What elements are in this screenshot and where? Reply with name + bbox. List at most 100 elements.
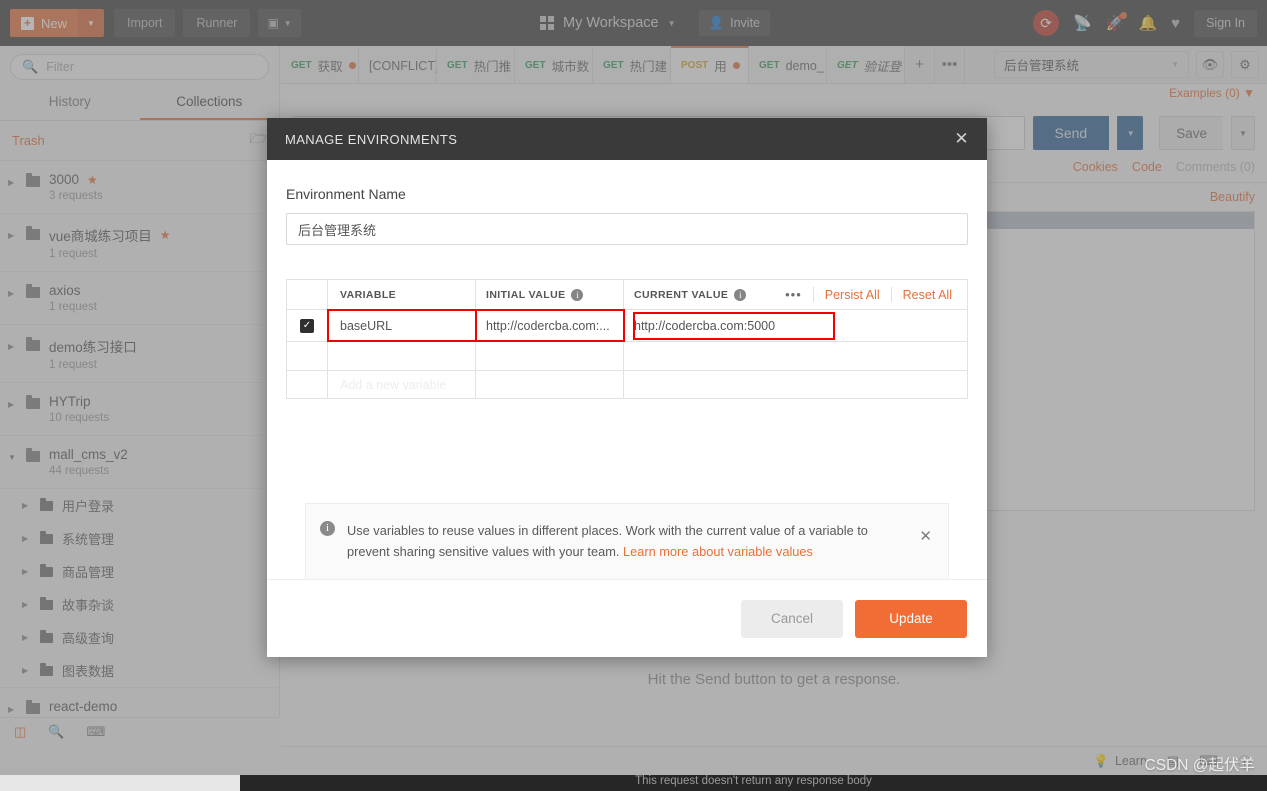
chevron-right-icon[interactable]: ▶ [22, 501, 31, 510]
variable-name-cell[interactable] [328, 342, 476, 370]
sync-icon[interactable]: ⟳ [1033, 10, 1060, 36]
variable-name-cell[interactable]: baseURL [327, 309, 477, 342]
initial-value-cell[interactable] [476, 342, 624, 370]
code-link[interactable]: Code [1132, 160, 1162, 174]
chevron-right-icon[interactable]: ▶ [8, 336, 17, 351]
list-item[interactable]: ▶ HYTrip 10 requests [0, 383, 279, 436]
cookies-link[interactable]: Cookies [1073, 160, 1118, 174]
invite-button[interactable]: 👤 Invite [698, 10, 771, 36]
chevron-right-icon[interactable]: ▶ [8, 225, 17, 240]
add-current-cell[interactable] [624, 371, 967, 398]
update-button[interactable]: Update [855, 599, 967, 638]
environment-name-input[interactable]: 后台管理系统 [286, 213, 968, 245]
examples-dropdown[interactable]: Examples (0) ▼ [1169, 86, 1255, 100]
trash-link[interactable]: Trash [12, 133, 45, 148]
satellite-icon[interactable]: 📡 [1073, 14, 1092, 32]
tabs-more-button[interactable]: ••• [935, 46, 965, 83]
add-variable-cell[interactable]: Add a new variable [328, 371, 476, 398]
close-icon[interactable]: ✕ [954, 129, 969, 149]
method-label: GET [291, 60, 312, 71]
search-input[interactable]: 🔍 Filter [10, 54, 269, 80]
select-all-cell [287, 280, 328, 309]
beautify-link[interactable]: Beautify [1210, 190, 1255, 204]
list-item[interactable]: ▶ axios 1 request [0, 272, 279, 325]
add-initial-cell[interactable] [476, 371, 624, 398]
chevron-right-icon[interactable]: ▶ [22, 600, 31, 609]
chevron-right-icon[interactable]: ▶ [22, 567, 31, 576]
request-tab[interactable]: GET 验证登 [827, 46, 905, 83]
search-icon[interactable]: 🔍 [48, 724, 64, 740]
notifications-rocket-icon[interactable]: 🚀 [1106, 12, 1128, 32]
import-button[interactable]: Import [114, 9, 176, 37]
save-button[interactable]: Save [1159, 116, 1223, 150]
request-tab[interactable]: [CONFLICT] [359, 46, 437, 83]
sidebar-toggle-icon[interactable]: ◫ [14, 724, 26, 740]
list-item[interactable]: ▶ 3000 ★ 3 requests [0, 161, 279, 214]
tab-history[interactable]: History [0, 84, 140, 120]
add-new-variable-row[interactable]: Add a new variable [287, 371, 967, 399]
row-checkbox[interactable]: ✓ [300, 318, 314, 333]
list-item[interactable]: ▼ mall_cms_v2 44 requests [0, 436, 279, 489]
learn-button[interactable]: 💡 Learn [1093, 754, 1147, 769]
new-dropdown-caret[interactable]: ▼ [78, 9, 105, 37]
new-collection-icon[interactable]: 🗁 [250, 128, 267, 152]
sign-in-button[interactable]: Sign In [1194, 9, 1257, 37]
request-tab[interactable]: GET 热门建 [593, 46, 671, 83]
chevron-right-icon[interactable]: ▶ [8, 172, 17, 187]
close-icon[interactable]: ✕ [919, 527, 932, 545]
list-item[interactable]: ▶ demo练习接口 1 request [0, 325, 279, 383]
gear-icon[interactable]: ⚙ [1231, 51, 1259, 78]
chevron-right-icon[interactable]: ▶ [22, 666, 31, 675]
request-tab[interactable]: GET 热门推 [437, 46, 515, 83]
add-tab-button[interactable]: + [905, 46, 935, 83]
chevron-down-icon: ▼ [1171, 60, 1179, 69]
chevron-down-icon[interactable]: ▼ [8, 447, 17, 462]
reset-all-button[interactable]: Reset All [892, 288, 963, 302]
current-value-text[interactable]: http://codercba.com:5000 [633, 311, 835, 340]
info-icon[interactable]: i [571, 288, 584, 301]
save-options-caret[interactable]: ▼ [1231, 116, 1255, 150]
send-button[interactable]: Send [1032, 116, 1110, 150]
initial-value-cell[interactable]: http://codercba.com:... [475, 309, 625, 342]
list-item[interactable]: ▶ 图表数据 [0, 654, 279, 687]
workspace-selector[interactable]: My Workspace ▼ 👤 Invite [540, 0, 771, 46]
request-tab-label: 验证登 [863, 60, 902, 74]
chevron-right-icon[interactable]: ▶ [8, 394, 17, 409]
list-item[interactable]: ▶ 高级查询 [0, 621, 279, 654]
new-window-button[interactable]: ▣ ▼ [258, 9, 301, 37]
learn-more-link[interactable]: Learn more about variable values [623, 544, 813, 559]
chevron-right-icon[interactable]: ▶ [22, 633, 31, 642]
bell-icon[interactable]: 🔔 [1138, 14, 1157, 32]
chevron-right-icon[interactable]: ▶ [8, 283, 17, 298]
method-label: GET [525, 60, 546, 71]
heart-icon[interactable]: ♥ [1171, 15, 1180, 32]
chevron-right-icon[interactable]: ▶ [8, 699, 17, 714]
table-more-button[interactable]: ••• [774, 287, 813, 302]
request-tab-active[interactable]: POST 用 [671, 46, 749, 83]
method-label: POST [681, 60, 709, 71]
current-value-cell[interactable] [624, 342, 967, 370]
list-item[interactable]: ▶ 系统管理 [0, 522, 279, 555]
list-item[interactable]: ▶ vue商城练习项目 ★ 1 request [0, 214, 279, 272]
list-item[interactable]: ▶ 故事杂谈 [0, 588, 279, 621]
persist-all-button[interactable]: Persist All [814, 288, 891, 302]
request-tab[interactable]: GET demo_ [749, 46, 827, 83]
runner-button[interactable]: Runner [183, 9, 251, 37]
list-item[interactable]: ▶ 用户登录 [0, 489, 279, 522]
info-icon[interactable]: i [734, 288, 747, 301]
environment-quick-look-button[interactable]: 👁 [1196, 51, 1224, 78]
environment-selector[interactable]: 后台管理系统 ▼ [994, 51, 1189, 78]
list-item[interactable]: ▶ 商品管理 [0, 555, 279, 588]
comments-link[interactable]: Comments (0) [1176, 160, 1255, 174]
new-button[interactable]: + New [10, 9, 79, 37]
send-options-caret[interactable]: ▼ [1117, 116, 1144, 150]
request-tab[interactable]: GET 城市数 [515, 46, 593, 83]
cancel-button[interactable]: Cancel [741, 599, 843, 638]
request-tab[interactable]: GET 获取 [281, 46, 359, 83]
table-row[interactable]: ✓ baseURL http://codercba.com:... http:/… [287, 309, 967, 342]
folder-icon [26, 448, 40, 462]
chevron-right-icon[interactable]: ▶ [22, 534, 31, 543]
tab-collections[interactable]: Collections [139, 84, 279, 120]
console-icon[interactable]: ⌨ [86, 724, 105, 740]
table-row-empty[interactable] [287, 342, 967, 371]
